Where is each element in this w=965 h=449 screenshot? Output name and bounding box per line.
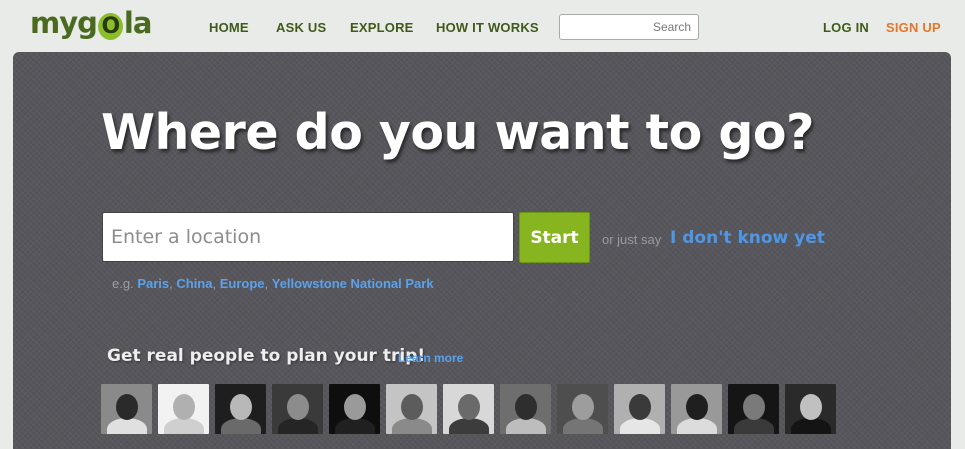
- avatar-face: [173, 394, 195, 420]
- planner-avatar[interactable]: [671, 384, 722, 434]
- avatar-face: [344, 394, 366, 420]
- avatar-face: [686, 394, 708, 420]
- avatar-face: [743, 394, 765, 420]
- planners-tagline: Get real people to plan your trip!: [107, 346, 426, 366]
- logo-text-suffix: la: [123, 6, 152, 40]
- avatar-shoulders: [221, 418, 261, 434]
- planner-avatar[interactable]: [557, 384, 608, 434]
- planner-avatar[interactable]: [329, 384, 380, 434]
- planner-avatar[interactable]: [158, 384, 209, 434]
- avatar-shoulders: [164, 418, 204, 434]
- learn-more-link[interactable]: Learn more: [398, 351, 463, 365]
- avatar-face: [515, 394, 537, 420]
- avatar-shoulders: [677, 418, 717, 434]
- planner-avatar[interactable]: [272, 384, 323, 434]
- planner-avatars-row: [101, 384, 836, 434]
- nav-how-it-works[interactable]: HOW IT WORKS: [436, 20, 539, 35]
- avatar-shoulders: [791, 418, 831, 434]
- hero-panel: Where do you want to go? Start or just s…: [13, 52, 951, 449]
- planner-avatar[interactable]: [728, 384, 779, 434]
- avatar-face: [572, 394, 594, 420]
- avatar-shoulders: [506, 418, 546, 434]
- logo-text-prefix: myg: [30, 6, 98, 40]
- avatar-face: [116, 394, 138, 420]
- example-link-europe[interactable]: Europe: [220, 276, 265, 291]
- avatar-shoulders: [278, 418, 318, 434]
- planner-avatar[interactable]: [101, 384, 152, 434]
- example-link-china[interactable]: China: [176, 276, 212, 291]
- nav-explore[interactable]: EXPLORE: [350, 20, 414, 35]
- planner-avatar[interactable]: [500, 384, 551, 434]
- avatar-face: [458, 394, 480, 420]
- example-link-yellowstone[interactable]: Yellowstone National Park: [272, 276, 434, 291]
- or-just-say-label: or just say: [602, 232, 662, 247]
- search-input[interactable]: [559, 14, 699, 40]
- avatar-shoulders: [620, 418, 660, 434]
- planner-avatar[interactable]: [386, 384, 437, 434]
- planner-avatar[interactable]: [443, 384, 494, 434]
- avatar-face: [800, 394, 822, 420]
- top-navigation: myg Ola HOME ASK US EXPLORE HOW IT WORKS …: [0, 0, 965, 52]
- nav-ask-us[interactable]: ASK US: [276, 20, 326, 35]
- nav-sign-up[interactable]: SIGN UP: [886, 20, 941, 35]
- avatar-shoulders: [335, 418, 375, 434]
- example-link-paris[interactable]: Paris: [137, 276, 169, 291]
- avatar-face: [287, 394, 309, 420]
- location-input[interactable]: [102, 212, 514, 262]
- avatar-face: [401, 394, 423, 420]
- nav-log-in[interactable]: LOG IN: [823, 20, 869, 35]
- dont-know-yet-link[interactable]: I don't know yet: [670, 228, 825, 248]
- example-destinations: e.g. Paris, China, Europe, Yellowstone N…: [112, 276, 434, 291]
- avatar-shoulders: [449, 418, 489, 434]
- eg-label: e.g.: [112, 276, 134, 291]
- planner-avatar[interactable]: [614, 384, 665, 434]
- nav-home[interactable]: HOME: [209, 20, 249, 35]
- avatar-shoulders: [392, 418, 432, 434]
- avatar-shoulders: [563, 418, 603, 434]
- logo-o-badge: O: [97, 13, 123, 40]
- avatar-shoulders: [107, 418, 147, 434]
- hero-headline: Where do you want to go?: [101, 104, 814, 161]
- avatar-shoulders: [734, 418, 774, 434]
- avatar-face: [629, 394, 651, 420]
- planner-avatar[interactable]: [785, 384, 836, 434]
- mygola-logo[interactable]: myg Ola: [30, 6, 152, 40]
- start-button[interactable]: Start: [519, 212, 590, 263]
- avatar-face: [230, 394, 252, 420]
- planner-avatar[interactable]: [215, 384, 266, 434]
